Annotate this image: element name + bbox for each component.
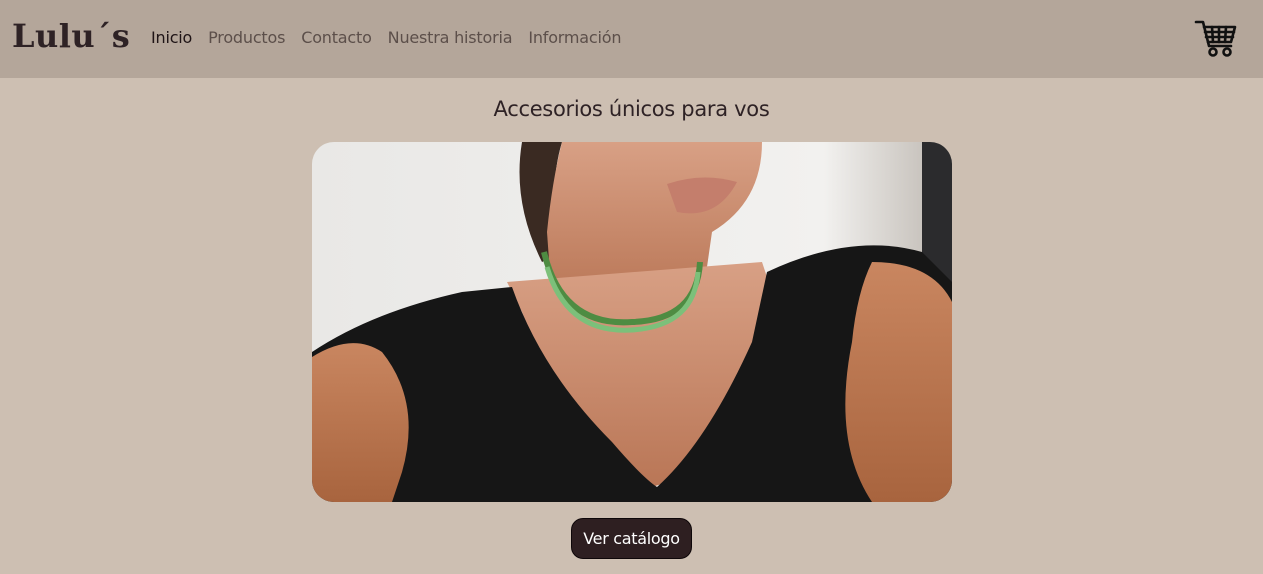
nav-link-productos[interactable]: Productos [208, 28, 285, 47]
nav-link-nuestra-historia[interactable]: Nuestra historia [388, 28, 513, 47]
nav-item-productos: Productos [208, 26, 285, 50]
navbar: Lulu´s Inicio Productos Contacto Nuestra… [0, 0, 1263, 78]
nav-item-contacto: Contacto [301, 26, 372, 50]
nav-link-contacto[interactable]: Contacto [301, 28, 372, 47]
nav-item-inicio: Inicio [151, 26, 192, 50]
nav-menu: Inicio Productos Contacto Nuestra histor… [151, 26, 621, 50]
hero-title: Accesorios únicos para vos [493, 97, 770, 121]
brand-logo[interactable]: Lulu´s [12, 14, 130, 58]
nav-link-informacion[interactable]: Información [528, 28, 621, 47]
nav-item-nuestra-historia: Nuestra historia [388, 26, 513, 50]
ver-catalogo-button[interactable]: Ver catálogo [571, 518, 692, 559]
hero-image [312, 142, 952, 502]
nav-link-inicio[interactable]: Inicio [151, 28, 192, 47]
shopping-cart-icon[interactable] [1193, 16, 1239, 60]
nav-item-informacion: Información [528, 26, 621, 50]
